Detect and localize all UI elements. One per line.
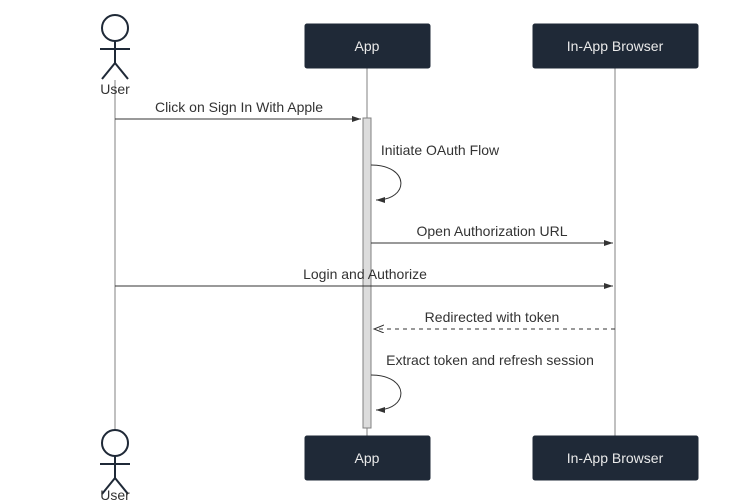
msg-2-label: Initiate OAuth Flow: [381, 142, 500, 158]
participant-app-top-label: App: [355, 38, 380, 54]
participant-app-top: App: [305, 24, 430, 68]
msg-1-label: Click on Sign In With Apple: [155, 99, 323, 115]
actor-user-top-label: User: [100, 81, 130, 97]
msg-6-label: Extract token and refresh session: [386, 352, 594, 368]
participant-app-bottom: App: [305, 436, 430, 480]
sequence-diagram: User App In-App Browser Click on Sign In…: [0, 0, 736, 501]
msg-2-arrow: [371, 165, 401, 200]
actor-user-bottom-label: User: [100, 487, 130, 501]
participant-browser-top-label: In-App Browser: [567, 38, 664, 54]
msg-4-label: Login and Authorize: [303, 266, 427, 282]
participant-browser-top: In-App Browser: [533, 24, 698, 68]
actor-user-top: User: [100, 15, 130, 97]
participant-browser-bottom-label: In-App Browser: [567, 450, 664, 466]
actor-user-bottom: User: [100, 430, 130, 501]
participant-app-bottom-label: App: [355, 450, 380, 466]
participant-browser-bottom: In-App Browser: [533, 436, 698, 480]
msg-5-label: Redirected with token: [425, 309, 560, 325]
msg-3-label: Open Authorization URL: [417, 223, 568, 239]
msg-6-arrow: [371, 375, 401, 410]
